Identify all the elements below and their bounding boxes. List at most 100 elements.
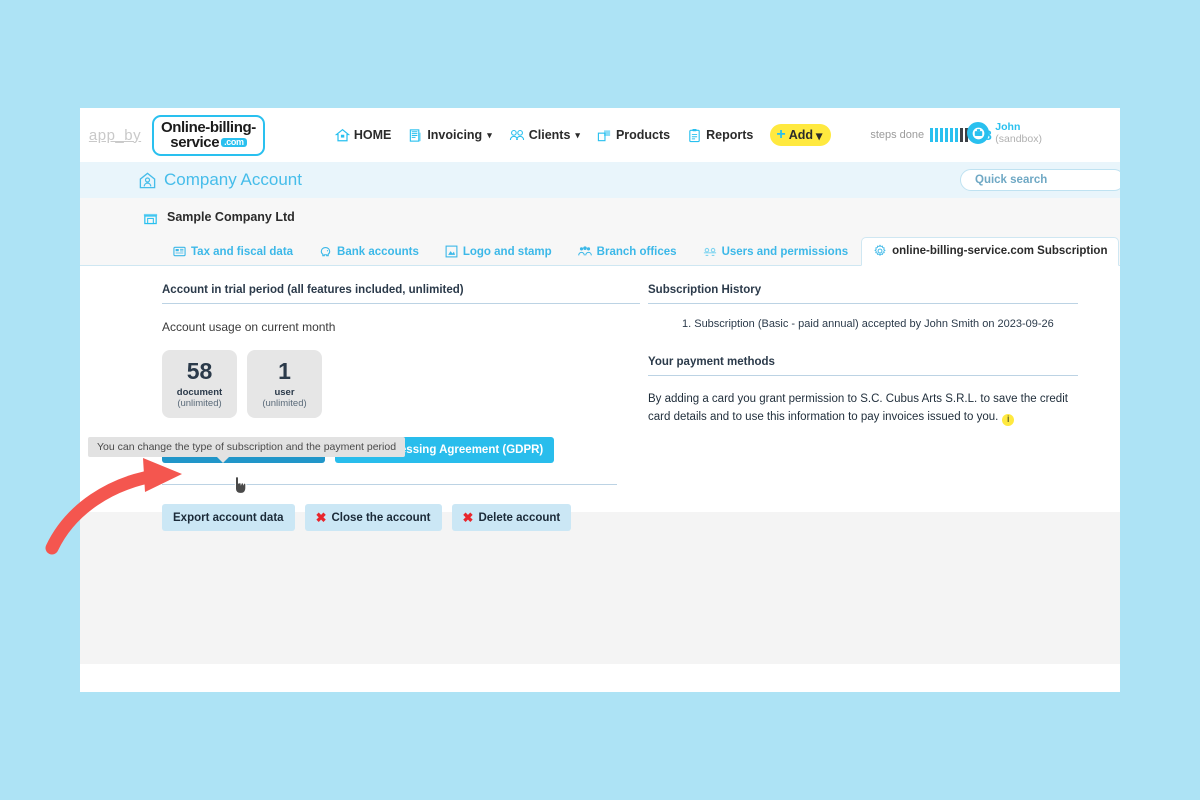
info-icon[interactable]: i [1002, 413, 1015, 426]
usage-card-documents: 58 document (unlimited) [162, 350, 237, 418]
delete-account-button[interactable]: ✖ Delete account [451, 504, 572, 531]
usage-label: user [274, 386, 295, 398]
step-bar [960, 128, 963, 142]
subscription-history-heading: Subscription History [648, 284, 1078, 304]
step-bar [955, 128, 958, 142]
mouse-cursor [234, 475, 247, 495]
tab-label: Bank accounts [337, 245, 419, 258]
step-bar [930, 128, 933, 142]
export-account-data-button[interactable]: Export account data [162, 504, 295, 531]
tooltip: You can change the type of subscription … [88, 437, 406, 463]
divider [162, 484, 617, 485]
close-account-button[interactable]: ✖ Close the account [304, 504, 442, 531]
company-name: Sample Company Ltd [167, 210, 295, 224]
user-name: John [995, 121, 1021, 133]
tab-users-and-permissions[interactable]: Users and permissions [690, 245, 862, 265]
main-menu: HOME Invoicing ▾ Clients ▾ Products Repo… [334, 124, 992, 146]
reports-icon [687, 128, 702, 143]
tab-label: online-billing-service.com Subscription [892, 245, 1108, 257]
products-icon [597, 128, 612, 143]
trial-period-heading: Account in trial period (all features in… [162, 284, 640, 304]
invoice-icon [408, 128, 423, 143]
clients-icon [509, 128, 525, 143]
store-icon [142, 209, 159, 226]
nav-item-clients[interactable]: Clients ▾ [509, 128, 580, 143]
usage-value: 58 [186, 358, 213, 385]
left-column: Account in trial period (all features in… [80, 266, 640, 531]
tab-label: Logo and stamp [462, 245, 552, 258]
tab-label: Branch offices [596, 245, 677, 258]
tax-icon [173, 245, 186, 258]
logo-line-2: service [170, 133, 220, 151]
step-bar [945, 128, 948, 142]
search-input[interactable]: Quick search [960, 169, 1120, 191]
tab-bar: Tax and fiscal data Bank accounts Logo a… [80, 236, 1120, 266]
nav-label-clients: Clients [528, 128, 571, 142]
page-title-text: Company Account [164, 170, 302, 189]
payment-methods-text: By adding a card you grant permission to… [648, 391, 1078, 427]
logo-tld-badge: .com [221, 137, 247, 147]
page-title-bar: Company Account Quick search [80, 162, 1120, 198]
brand-logo[interactable]: Online-billing- service .com [152, 114, 265, 156]
nav-item-products[interactable]: Products [597, 128, 670, 143]
close-icon: ✖ [315, 510, 327, 525]
close-account-label: Close the account [331, 511, 431, 524]
step-bar [940, 128, 943, 142]
export-account-data-label: Export account data [173, 511, 284, 524]
account-action-buttons: Export account data ✖ Close the account … [162, 504, 640, 531]
app-by-label: app_by [88, 126, 142, 144]
tab-subscription[interactable]: online-billing-service.com Subscription [861, 237, 1120, 266]
top-navigation-bar: app_by Online-billing- service .com HOME … [80, 108, 1120, 162]
logo-line-1: Online-billing- [161, 118, 256, 136]
users-permissions-icon [703, 245, 717, 258]
steps-label: steps done [870, 129, 925, 141]
usage-cards: 58 document (unlimited) 1 user (unlimite… [162, 350, 640, 418]
page-title: Company Account [138, 170, 302, 190]
steps-bars [930, 128, 968, 142]
gear-icon [873, 244, 887, 258]
company-row: Sample Company Ltd [80, 198, 1120, 236]
nav-label-invoicing: Invoicing [427, 128, 483, 142]
usage-note: (unlimited) [262, 397, 307, 409]
piggy-bank-icon [319, 245, 332, 258]
right-column: Subscription History 1. Subscription (Ba… [640, 266, 1120, 512]
add-button[interactable]: + Add ▾ [770, 124, 832, 146]
usage-value: 1 [278, 358, 291, 385]
nav-item-reports[interactable]: Reports [687, 128, 753, 143]
chevron-down-icon: ▾ [575, 129, 580, 140]
usage-card-users: 1 user (unlimited) [247, 350, 322, 418]
nav-item-invoicing[interactable]: Invoicing ▾ [408, 128, 492, 143]
step-bar [950, 128, 953, 142]
list-item: 1. Subscription (Basic - paid annual) ac… [682, 318, 1054, 330]
logo-stamp-icon [445, 245, 458, 258]
tab-bank-accounts[interactable]: Bank accounts [306, 245, 432, 265]
chevron-down-icon: ▾ [487, 129, 492, 140]
usage-note: (unlimited) [177, 397, 222, 409]
plus-icon: + [776, 126, 786, 143]
step-bar [935, 128, 938, 142]
nav-item-home[interactable]: HOME [334, 128, 392, 143]
chevron-down-icon: ▾ [816, 128, 823, 143]
nav-label-products: Products [615, 128, 671, 142]
delete-account-label: Delete account [478, 511, 561, 524]
nav-label-reports: Reports [706, 128, 754, 142]
nav-label-home: HOME [353, 128, 392, 142]
company-account-icon [138, 171, 157, 190]
usage-label: Account usage on current month [162, 320, 336, 334]
close-icon: ✖ [462, 510, 474, 525]
usage-label: document [176, 386, 223, 398]
application-window: app_by Online-billing- service .com HOME … [80, 108, 1120, 692]
branch-offices-icon [577, 245, 592, 258]
tab-label: Tax and fiscal data [191, 245, 294, 258]
tab-tax-and-fiscal-data[interactable]: Tax and fiscal data [160, 245, 306, 265]
tab-branch-offices[interactable]: Branch offices [565, 245, 690, 265]
home-icon [334, 128, 350, 143]
user-menu[interactable]: John (sandbox) [967, 121, 1042, 145]
tab-label: Users and permissions [721, 245, 849, 258]
footer-area [80, 512, 1120, 664]
user-environment: (sandbox) [995, 133, 1042, 146]
avatar [967, 122, 990, 145]
tab-logo-and-stamp[interactable]: Logo and stamp [432, 245, 565, 265]
payment-methods-heading: Your payment methods [648, 356, 1078, 376]
add-button-label: Add [788, 128, 814, 142]
